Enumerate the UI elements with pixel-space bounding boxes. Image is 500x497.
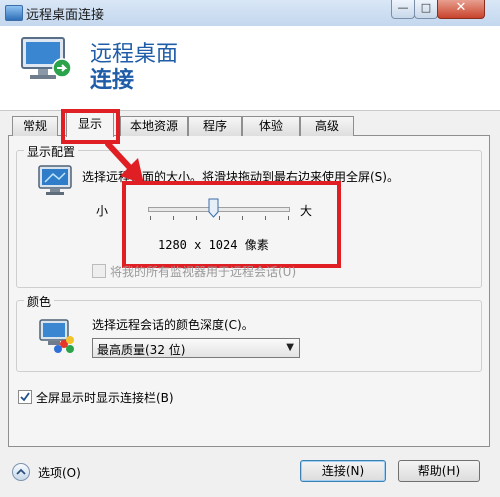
color-group-title: 颜色: [24, 293, 55, 310]
use-all-monitors-label: 将我的所有监视器用于远程会话(U): [110, 265, 297, 279]
dropdown-arrow-icon: ▼: [286, 342, 294, 353]
tab-programs[interactable]: 程序: [188, 116, 242, 136]
close-icon: ✕: [455, 0, 467, 15]
minimize-icon: —: [397, 1, 409, 14]
connect-button[interactable]: 连接(N): [300, 460, 386, 482]
color-depth-value: 最高质量(32 位): [97, 343, 186, 357]
tab-advanced[interactable]: 高级: [300, 116, 354, 136]
slider-highlight-box: [122, 181, 341, 268]
maximize-icon: □: [420, 1, 432, 14]
use-all-monitors-checkbox[interactable]: [92, 264, 106, 278]
slider-min-label: 小: [96, 204, 109, 218]
help-button[interactable]: 帮助(H): [398, 460, 480, 482]
close-button[interactable]: ✕: [437, 0, 485, 19]
tab-highlight-box: [61, 109, 120, 144]
tab-experience[interactable]: 体验: [242, 116, 300, 136]
color-depth-select[interactable]: 最高质量(32 位) ▼: [92, 338, 300, 358]
remote-desktop-monitor-icon: [21, 37, 72, 79]
tab-local-resources[interactable]: 本地资源: [120, 116, 188, 136]
minimize-button[interactable]: —: [391, 0, 415, 19]
header-title-line2: 连接: [90, 68, 135, 93]
maximize-button[interactable]: □: [414, 0, 438, 19]
display-monitor-icon: [38, 165, 72, 195]
display-config-title: 显示配置: [24, 143, 79, 160]
color-palette-icon: [39, 319, 74, 353]
options-label[interactable]: 选项(O): [38, 464, 81, 481]
annotation-arrow-icon: [105, 141, 144, 184]
checkmark-icon: [20, 392, 30, 402]
window-title: 远程桌面连接: [26, 8, 105, 23]
tab-general[interactable]: 常规: [12, 116, 58, 136]
fullscreen-bar-checkbox[interactable]: [18, 390, 32, 404]
color-description: 选择远程会话的颜色深度(C)。: [92, 318, 254, 332]
options-toggle-icon[interactable]: [12, 463, 30, 481]
app-icon: [5, 5, 23, 21]
color-group: [16, 300, 482, 372]
fullscreen-bar-label: 全屏显示时显示连接栏(B): [36, 391, 174, 405]
